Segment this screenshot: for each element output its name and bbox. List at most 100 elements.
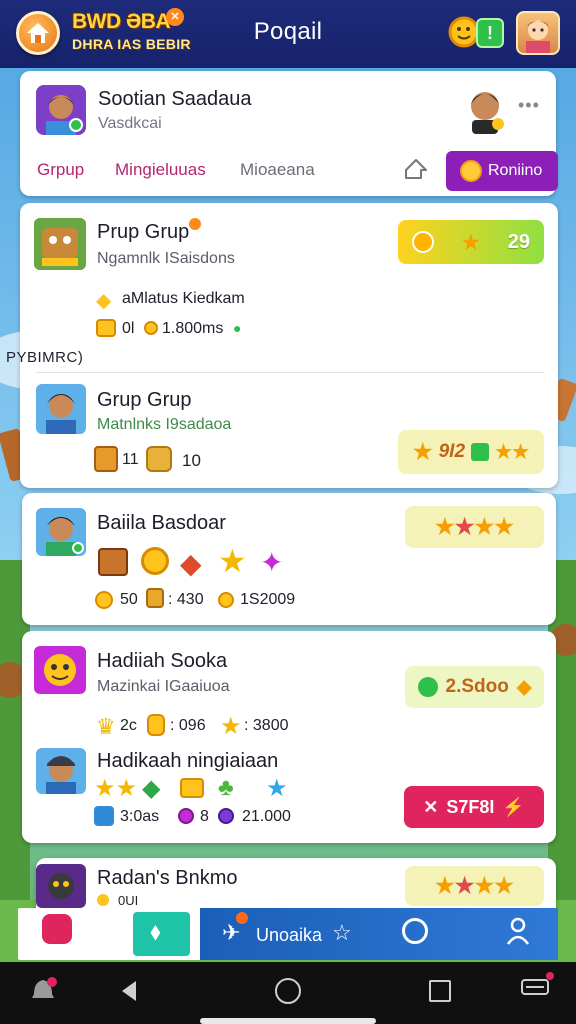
- badge-value: 2.Sdoo: [445, 676, 509, 697]
- crown-icon: ♛: [96, 714, 116, 739]
- star-icon: ★: [461, 231, 480, 254]
- entry-stat: 1.800ms: [162, 320, 224, 337]
- entry-stat: 11: [122, 451, 139, 468]
- search-icon[interactable]: [402, 918, 428, 944]
- coin-icon: [218, 592, 234, 608]
- chest-icon: [94, 446, 118, 472]
- entry-stat: 0l: [122, 320, 135, 337]
- entry-title: Prup Grup: [97, 221, 190, 243]
- promo-button-label: Roniino: [488, 162, 543, 179]
- badge-value: S7F8I: [446, 796, 495, 817]
- check-circle-icon: [417, 677, 438, 697]
- gem-icon: ◆: [180, 548, 202, 579]
- entry-title: Grup Grup: [97, 389, 192, 411]
- coin-stack-icon: [146, 588, 164, 608]
- entry-avatar[interactable]: [34, 646, 86, 694]
- entry-stat: 0UI: [118, 893, 139, 908]
- entry-action-button[interactable]: ✕ S7F8I ⚡: [404, 786, 544, 828]
- circle-home-icon[interactable]: [275, 978, 301, 1004]
- entry-star-badge[interactable]: ★ ★ ★★: [405, 866, 544, 906]
- divider: [36, 372, 544, 373]
- entry-stat: 2c: [120, 717, 137, 734]
- nav-shop-button[interactable]: [133, 912, 190, 956]
- rocket-icon: ✈: [222, 920, 241, 945]
- back-icon[interactable]: [118, 979, 140, 1003]
- notification-icon[interactable]: [28, 976, 58, 1006]
- more-icon[interactable]: •••: [518, 95, 540, 116]
- coin-bag-icon: [146, 446, 172, 472]
- promo-button[interactable]: Roniino: [446, 151, 558, 191]
- entry-avatar[interactable]: [36, 864, 86, 908]
- user-avatar[interactable]: [516, 11, 560, 55]
- home-indicator[interactable]: [200, 1018, 376, 1024]
- entry-stat: 50: [120, 591, 138, 608]
- entry-subtitle: Mazinkai IGaaiuoa: [97, 678, 230, 695]
- entry-star-badge[interactable]: ★ ★ ★★: [405, 506, 544, 548]
- coin-stack-icon: [180, 778, 204, 798]
- chest-icon: [98, 548, 128, 576]
- entry-avatar[interactable]: [34, 218, 86, 270]
- tab-group[interactable]: Grpup: [37, 160, 84, 180]
- entry-avatar[interactable]: [36, 748, 86, 794]
- coin-bag-icon: [147, 714, 165, 736]
- nav-active-label: Unoaika: [256, 925, 323, 945]
- bucket-icon: [94, 806, 114, 826]
- nav-active-tab[interactable]: [200, 908, 558, 960]
- star-icon: ★★: [495, 441, 530, 463]
- tab-second[interactable]: Mingieluuas: [115, 160, 206, 180]
- mini-avatar-icon[interactable]: [462, 84, 508, 134]
- badge-value: 29: [507, 230, 531, 253]
- coin-icon: [144, 321, 158, 335]
- coin-icon: [97, 894, 109, 906]
- entry-stat: : 3800: [244, 717, 289, 734]
- tag-icon: ⬧: [150, 918, 161, 945]
- check-icon: [471, 443, 490, 461]
- magic-wand-icon: ✦: [260, 547, 284, 578]
- verified-icon: ●: [233, 320, 242, 336]
- star-outline-icon: ☆: [332, 920, 352, 945]
- tab-third[interactable]: Mioaeana: [240, 160, 315, 180]
- clover-icon: ♣: [218, 774, 234, 801]
- notification-dot-icon: [189, 218, 201, 230]
- share-icon[interactable]: [402, 156, 430, 184]
- star-icon: ★: [218, 543, 247, 579]
- entry-title: Baiila Basdoar: [97, 512, 226, 534]
- star-icon: ★★: [94, 775, 138, 802]
- recents-icon[interactable]: [429, 980, 451, 1002]
- entry-stat: : 096: [170, 717, 206, 734]
- coin-icon: [141, 547, 169, 575]
- nav-home-button[interactable]: [42, 914, 72, 944]
- profile-avatar[interactable]: [36, 85, 86, 135]
- entry-title: Hadikaah ningiaiaan: [97, 750, 279, 772]
- entry-score-badge[interactable]: 2.Sdoo ◆: [405, 666, 544, 708]
- entry-stat: 3:0as: [120, 808, 160, 825]
- badge-value: 9I2: [438, 441, 466, 462]
- profile-subtitle: Vasdkcai: [98, 115, 162, 132]
- user-icon[interactable]: [506, 916, 530, 946]
- entry-stat: 10: [182, 451, 201, 470]
- gem-icon: ◆: [516, 676, 532, 698]
- entry-score-badge[interactable]: ★ 29: [398, 220, 544, 264]
- nav-notification-dot: [236, 912, 248, 924]
- profile-name: Sootian Saadaua: [98, 88, 252, 110]
- entry-avatar[interactable]: [36, 508, 86, 556]
- coin-icon: [460, 160, 482, 182]
- gift-icon[interactable]: !: [476, 18, 504, 48]
- menu-icon[interactable]: [518, 970, 554, 1004]
- cross-icon: ✕: [423, 796, 439, 817]
- entry-stat: : 430: [168, 591, 204, 608]
- star-icon: ★: [412, 439, 433, 464]
- entry-title: Hadiiah Sooka: [97, 650, 228, 672]
- orb-icon: [218, 808, 234, 824]
- gem-icon: ◆: [96, 290, 112, 312]
- reward-label: aMlatus Kiedkam: [122, 290, 245, 307]
- entry-stat: 1S2009: [240, 591, 296, 608]
- section-label: PYBIMRC): [6, 349, 84, 366]
- entry-score-badge[interactable]: ★ 9I2 ★★: [398, 430, 544, 474]
- coin-icon: [95, 591, 113, 609]
- orb-icon: [178, 808, 194, 824]
- entry-avatar[interactable]: [36, 384, 86, 434]
- entry-stat: 21.000: [242, 808, 291, 825]
- entry-title: Radan's Bnkmo: [97, 867, 238, 889]
- entry-stat: 8: [200, 808, 209, 825]
